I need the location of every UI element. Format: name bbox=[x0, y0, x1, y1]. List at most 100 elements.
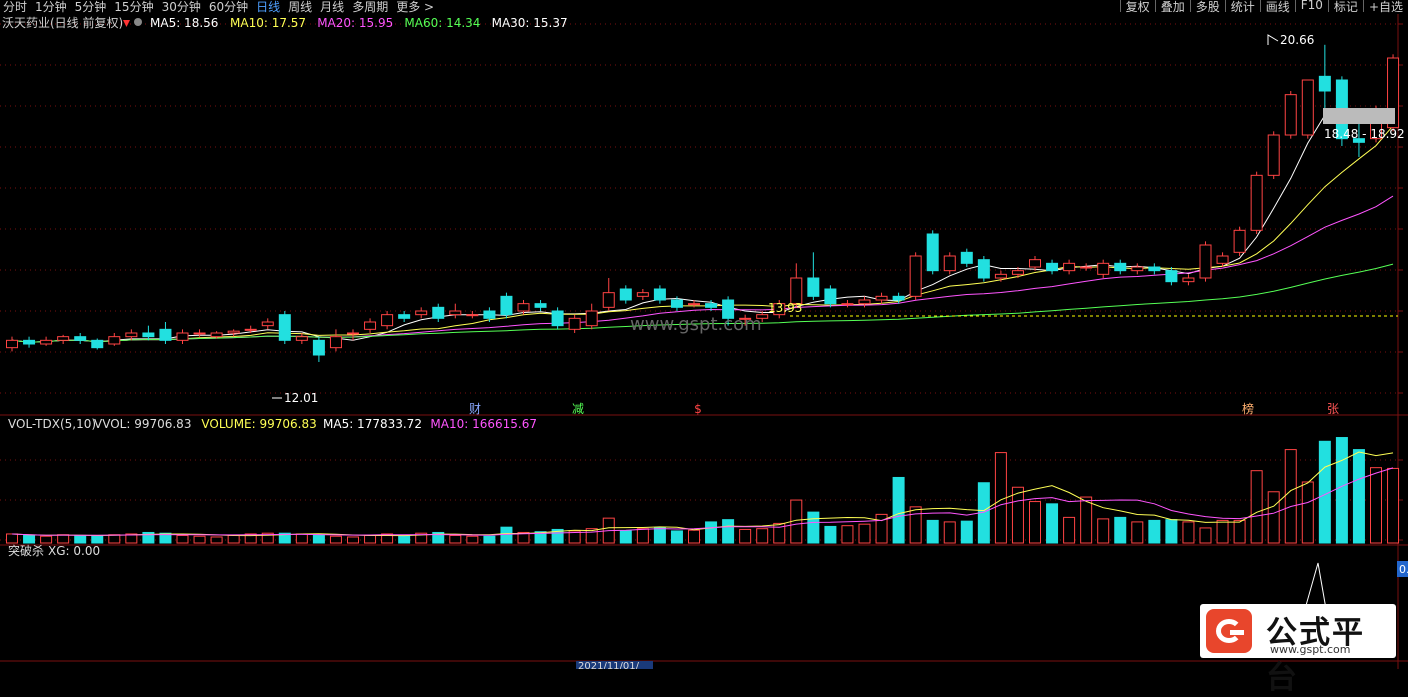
price-range-label: 18.48 - 18.92 bbox=[1324, 127, 1405, 141]
volume-bar bbox=[1131, 521, 1144, 544]
volume-bar bbox=[1284, 449, 1297, 544]
volume-bar bbox=[74, 534, 87, 544]
candle-body bbox=[1029, 259, 1041, 268]
candle-body bbox=[176, 332, 189, 341]
price-tag-box bbox=[1323, 108, 1395, 124]
volume-label-0: VVOL: 99706.83 bbox=[94, 417, 191, 431]
volume-bar bbox=[23, 534, 36, 544]
volume-bar bbox=[892, 476, 905, 544]
volume-bar bbox=[739, 528, 752, 544]
candle-body bbox=[1301, 79, 1314, 136]
volume-bar bbox=[926, 519, 939, 544]
watermark: www.gspt.com bbox=[630, 314, 762, 335]
volume-bar bbox=[1046, 503, 1059, 544]
signal-indicator-name: 突破杀 bbox=[8, 543, 44, 558]
volume-bar bbox=[210, 536, 223, 544]
candle-body bbox=[1199, 244, 1212, 279]
volume-label-1: VOLUME: 99706.83 bbox=[201, 417, 316, 431]
ma-label-2: MA20: 15.95 bbox=[317, 16, 393, 30]
settings-icon bbox=[134, 18, 142, 26]
volume-bar bbox=[705, 521, 718, 544]
ma-label-1: MA10: 17.57 bbox=[230, 16, 306, 30]
candle-body bbox=[1267, 134, 1280, 176]
volume-bar bbox=[1080, 496, 1093, 544]
low-price-label: 12.01 bbox=[284, 391, 318, 405]
ma-label-3: MA60: 14.34 bbox=[404, 16, 480, 30]
volume-bar bbox=[6, 533, 18, 544]
stock-chart[interactable]: 沃天药业(日线 前复权) MA5: 18.56 MA10: 17.57 MA20: 1… bbox=[0, 0, 1408, 669]
volume-bar bbox=[1029, 501, 1041, 544]
volume-bar bbox=[449, 534, 462, 544]
candle-body bbox=[364, 321, 377, 330]
candle-body bbox=[1148, 266, 1161, 272]
candle-body bbox=[994, 273, 1007, 279]
volume-bar bbox=[108, 534, 121, 544]
candle-body bbox=[909, 255, 922, 297]
candle-body bbox=[1097, 262, 1110, 275]
volume-bar bbox=[466, 535, 479, 544]
volume-bar bbox=[841, 525, 854, 544]
volume-bar bbox=[193, 535, 206, 544]
volume-bar bbox=[347, 536, 359, 544]
candle-body bbox=[1046, 262, 1059, 272]
candle-body bbox=[602, 292, 615, 308]
volume-bar bbox=[756, 528, 769, 544]
signal-value-label: XG: 0.00 bbox=[48, 544, 100, 558]
logo-url: www.gspt.com bbox=[1270, 643, 1351, 656]
candle-body bbox=[40, 339, 53, 345]
volume-bar bbox=[1301, 481, 1314, 544]
candle-body bbox=[960, 251, 973, 264]
candle-body bbox=[1063, 262, 1076, 272]
candle-body bbox=[278, 314, 291, 341]
high-arrow-icon bbox=[1267, 34, 1279, 45]
candle-body bbox=[483, 310, 496, 319]
candle-body bbox=[790, 277, 803, 305]
candle-body bbox=[398, 314, 411, 319]
volume-bar bbox=[176, 534, 189, 544]
volume-bar bbox=[1250, 470, 1263, 544]
candle-body bbox=[159, 328, 172, 341]
volume-bar bbox=[722, 519, 735, 544]
volume-bar bbox=[670, 530, 683, 544]
candle-body bbox=[841, 303, 854, 306]
volume-bar bbox=[1097, 518, 1110, 544]
down-arrow-icon bbox=[123, 20, 130, 27]
candle-body bbox=[1284, 94, 1297, 136]
candle-body bbox=[23, 339, 36, 345]
price-title: 沃天药业(日线 前复权) bbox=[2, 15, 123, 30]
event-marker-2: $ bbox=[694, 402, 702, 416]
volume-bar bbox=[1182, 521, 1195, 544]
volume-indicator-name: VOL-TDX(5,10) bbox=[8, 417, 96, 431]
candle-body bbox=[568, 317, 581, 330]
candle-body bbox=[1165, 270, 1178, 283]
candle-body bbox=[670, 299, 683, 308]
volume-bar bbox=[636, 528, 649, 544]
candle-body bbox=[1250, 174, 1263, 231]
candle-body bbox=[329, 336, 342, 349]
volume-bar bbox=[1148, 519, 1161, 544]
candle-body bbox=[108, 336, 121, 345]
candle-body bbox=[244, 328, 257, 331]
candle-body bbox=[619, 288, 632, 301]
signal-right-value: 0. bbox=[1399, 563, 1408, 576]
candle-body bbox=[449, 310, 462, 316]
volume-bar bbox=[1199, 527, 1212, 544]
volume-bar bbox=[483, 535, 496, 544]
candle-body bbox=[943, 255, 956, 272]
candle-body bbox=[125, 332, 138, 338]
candle-body bbox=[6, 339, 18, 349]
candle-body bbox=[688, 303, 700, 306]
candle-body bbox=[926, 233, 939, 272]
candle-body bbox=[585, 310, 598, 327]
candle-body bbox=[1114, 262, 1127, 272]
candle-body bbox=[892, 295, 905, 301]
volume-bar bbox=[807, 511, 820, 544]
logo-g-icon bbox=[1206, 609, 1252, 653]
candle-body bbox=[858, 299, 871, 305]
volume-bar bbox=[653, 527, 666, 544]
volume-bar bbox=[398, 534, 411, 544]
volume-bar bbox=[1233, 519, 1246, 544]
event-marker-3: 榜 bbox=[1242, 401, 1254, 416]
volume-bar bbox=[1370, 467, 1382, 544]
candle-body bbox=[534, 303, 547, 308]
